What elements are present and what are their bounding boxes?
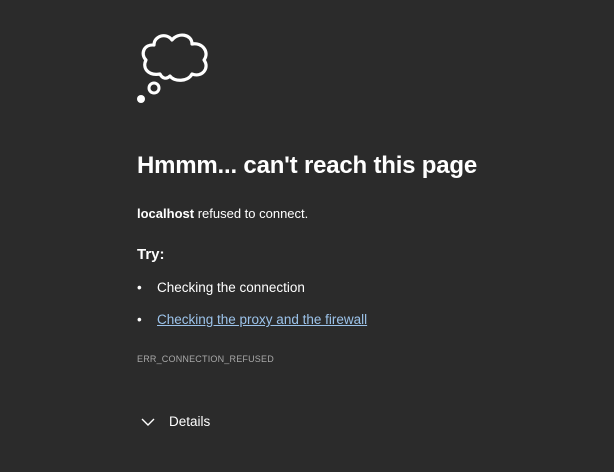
error-page: Hmmm... can't reach this page localhost …: [0, 0, 614, 472]
refused-text: refused to connect.: [194, 206, 309, 221]
proxy-firewall-link[interactable]: Checking the proxy and the firewall: [157, 312, 367, 327]
host-name: localhost: [137, 206, 195, 221]
host-message: localhost refused to connect.: [137, 206, 308, 221]
cloud-thought-icon: [137, 33, 208, 103]
bullet: •: [137, 280, 142, 295]
chevron-down-icon: [141, 418, 155, 426]
details-button[interactable]: Details: [137, 414, 210, 429]
suggestion-item: • Checking the proxy and the firewall: [137, 312, 367, 327]
page-title: Hmmm... can't reach this page: [137, 152, 478, 179]
error-code: ERR_CONNECTION_REFUSED: [137, 354, 274, 364]
try-heading: Try:: [137, 246, 165, 263]
suggestion-text: Checking the connection: [157, 280, 305, 295]
details-label: Details: [169, 414, 211, 429]
bullet: •: [137, 312, 142, 327]
suggestion-item: • Checking the connection: [137, 280, 305, 295]
